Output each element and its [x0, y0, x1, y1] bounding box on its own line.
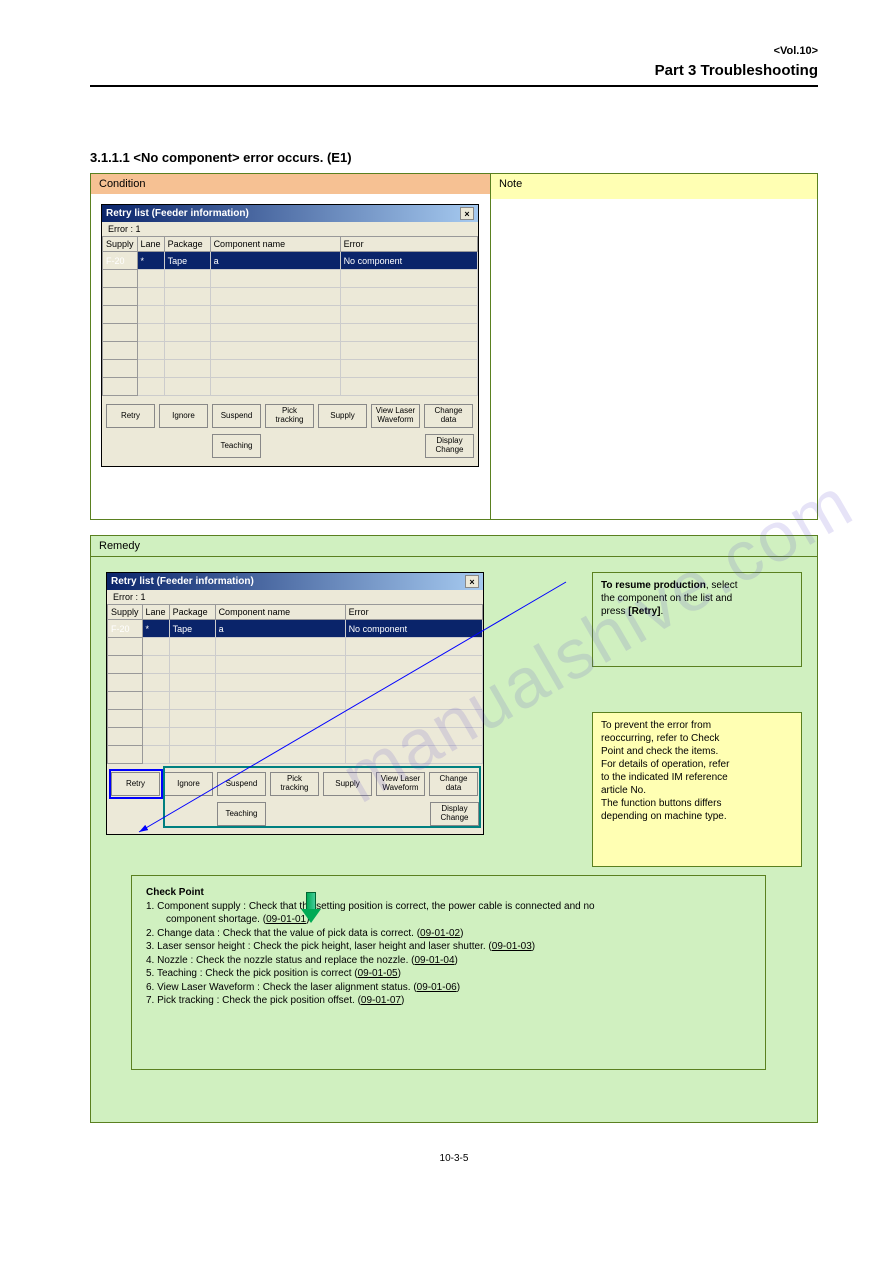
- display-change-button[interactable]: Display Change: [425, 434, 474, 458]
- arrow-down-icon: [306, 892, 316, 910]
- table-row: [103, 306, 478, 324]
- dialog-title-text: Retry list (Feeder information): [106, 208, 249, 219]
- table-row-selected[interactable]: F-20 * Tape a No component: [108, 620, 483, 638]
- table-row: [103, 378, 478, 396]
- retry-button[interactable]: Retry: [106, 404, 155, 428]
- page-number: 10-3-5: [90, 1153, 818, 1164]
- change-data-button[interactable]: Change data: [424, 404, 473, 428]
- remedy-panel: Remedy Retry list (Feeder information) ×…: [90, 535, 818, 1123]
- col-lane: Lane: [142, 605, 169, 620]
- top-panel: Condition Retry list (Feeder information…: [90, 173, 818, 520]
- col-error: Error: [345, 605, 482, 620]
- col-supply: Supply: [103, 237, 138, 252]
- supply-button[interactable]: Supply: [318, 404, 367, 428]
- col-component: Component name: [215, 605, 345, 620]
- col-error: Error: [340, 237, 477, 252]
- col-lane: Lane: [137, 237, 164, 252]
- checkpoint-callout: Check Point 1. Component supply : Check …: [131, 875, 766, 1070]
- condition-header: Condition: [91, 174, 490, 194]
- buttons-highlight: [163, 766, 481, 828]
- col-supply: Supply: [108, 605, 143, 620]
- close-icon[interactable]: ×: [465, 575, 479, 588]
- remedy-header: Remedy: [91, 536, 817, 557]
- table-row: [103, 342, 478, 360]
- table-row: [103, 324, 478, 342]
- cell-supply: F-20: [103, 252, 138, 270]
- table-row: [108, 674, 483, 692]
- table-row: [103, 288, 478, 306]
- table-row: [103, 270, 478, 288]
- col-package: Package: [164, 237, 210, 252]
- col-component: Component name: [210, 237, 340, 252]
- table-row: [108, 692, 483, 710]
- section-heading: 3.1.1.1 <No component> error occurs. (E1…: [90, 150, 818, 165]
- retry-table: Supply Lane Package Component name Error…: [102, 236, 478, 396]
- view-laser-button[interactable]: View Laser Waveform: [371, 404, 420, 428]
- table-row: [103, 360, 478, 378]
- prevent-callout: To prevent the error from reoccurring, r…: [592, 712, 802, 867]
- cell-package: Tape: [169, 620, 215, 638]
- retry-table: Supply Lane Package Component name Error…: [107, 604, 483, 764]
- cell-component: a: [210, 252, 340, 270]
- note-header: Note: [491, 174, 817, 199]
- error-count: Error : 1: [107, 590, 483, 604]
- cell-lane: *: [137, 252, 164, 270]
- cell-component: a: [215, 620, 345, 638]
- arrow-down-head-icon: [301, 909, 321, 923]
- header-volume: <Vol.10>: [774, 45, 818, 57]
- header-title: Part 3 Troubleshooting: [655, 62, 818, 79]
- header-rule: [90, 85, 818, 87]
- cell-lane: *: [142, 620, 169, 638]
- cell-package: Tape: [164, 252, 210, 270]
- dialog-title-text: Retry list (Feeder information): [111, 576, 254, 587]
- resume-callout: To resume production, select the compone…: [592, 572, 802, 667]
- close-icon[interactable]: ×: [460, 207, 474, 220]
- cell-error: No component: [340, 252, 477, 270]
- pick-tracking-button[interactable]: Pick tracking: [265, 404, 314, 428]
- table-row: [108, 728, 483, 746]
- table-row: [108, 746, 483, 764]
- suspend-button[interactable]: Suspend: [212, 404, 261, 428]
- table-row-selected[interactable]: F-20 * Tape a No component: [103, 252, 478, 270]
- table-row: [108, 710, 483, 728]
- retry-dialog-1: Retry list (Feeder information) × Error …: [101, 204, 479, 467]
- col-package: Package: [169, 605, 215, 620]
- table-row: [108, 638, 483, 656]
- ignore-button[interactable]: Ignore: [159, 404, 208, 428]
- teaching-button[interactable]: Teaching: [212, 434, 261, 458]
- error-count: Error : 1: [102, 222, 478, 236]
- retry-dialog-2: Retry list (Feeder information) × Error …: [106, 572, 484, 835]
- retry-highlight: [109, 769, 163, 799]
- cell-supply: F-20: [108, 620, 143, 638]
- table-row: [108, 656, 483, 674]
- checkpoint-heading: Check Point: [146, 887, 204, 898]
- cell-error: No component: [345, 620, 482, 638]
